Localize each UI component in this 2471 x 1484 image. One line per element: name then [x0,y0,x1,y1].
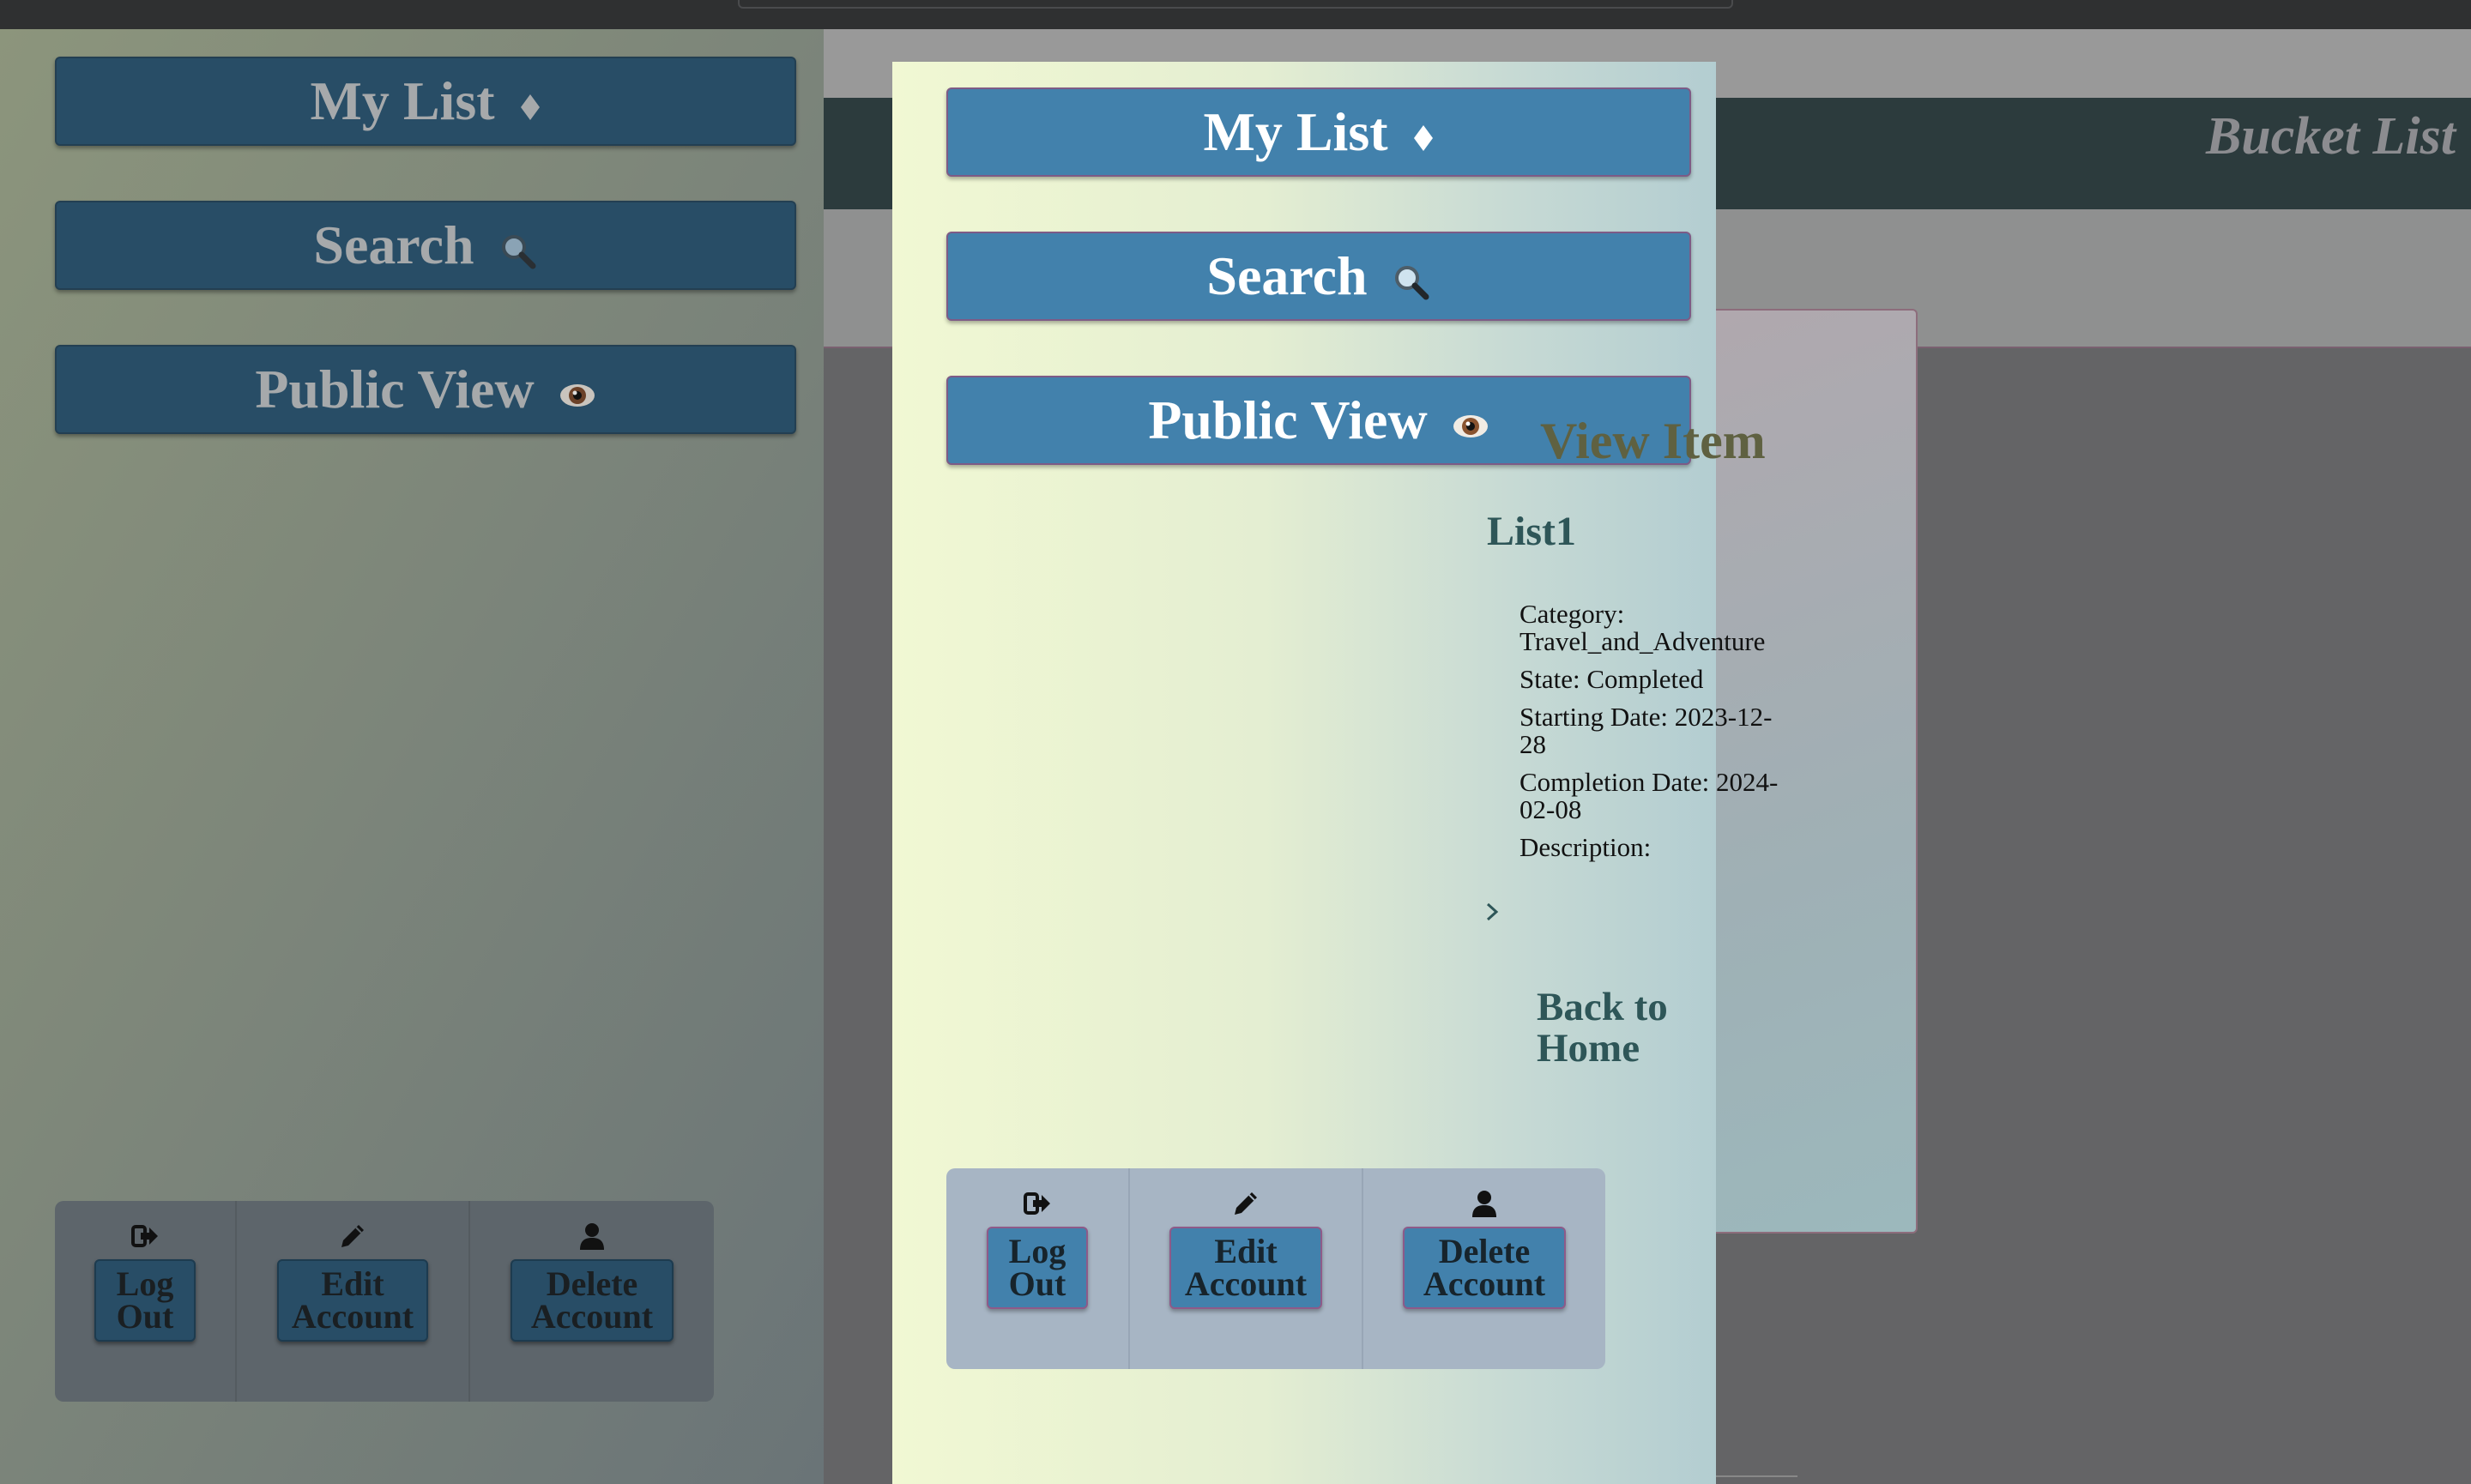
chevron-right-icon[interactable] [1483,902,1501,921]
item-state: State: Completed [1519,664,1704,694]
bg-search-label: Search [313,214,474,275]
bg-edit-group: Edit Account [237,1201,468,1402]
address-bar[interactable] [738,0,1733,9]
magnifier-icon [1394,266,1429,300]
browser-toolbar [0,0,2471,29]
bg-my-list-button: My List [55,57,796,146]
account-panel: Log Out Edit Account Delete Account [946,1168,1605,1369]
item-details: Category: Travel_and_Adventure State: Co… [1519,600,1794,872]
eye-icon [1453,415,1488,437]
pencil-icon [1235,1192,1257,1215]
back-to-home-link[interactable]: Back to Home [1537,986,1708,1069]
item-completion-date: Completion Date: 2024-02-08 [1519,767,1779,824]
bg-log-out-group: Log Out [55,1201,235,1402]
eye-icon [559,384,595,407]
search-label: Search [1206,245,1368,306]
item-description: Description: [1519,832,1652,862]
bg-public-view-button: Public View [55,345,796,434]
user-icon [580,1223,604,1250]
item-category: Category: Travel_and_Adventure [1519,599,1766,656]
divider [1707,1475,1797,1477]
delete-account-button[interactable]: Delete Account [1403,1227,1566,1309]
app-title: Bucket List [2205,107,2456,166]
bg-delete-group: Delete Account [470,1201,714,1402]
diamond-icon [1413,125,1433,151]
edit-account-button[interactable]: Edit Account [1169,1227,1322,1309]
sign-out-icon [1024,1192,1050,1215]
bg-edit-account-button: Edit Account [277,1259,428,1342]
pencil-icon [341,1225,364,1247]
public-view-label: Public View [1148,389,1428,450]
edit-account-group: Edit Account [1130,1168,1362,1369]
bg-search-button: Search [55,201,796,290]
bg-account-panel: Log Out Edit Account Delete Account [55,1201,714,1402]
my-list-button[interactable]: My List [946,87,1691,177]
diamond-icon [520,94,540,120]
search-button[interactable]: Search [946,232,1691,321]
user-icon [1472,1191,1496,1217]
item-name: List1 [1487,509,1577,554]
bg-log-out-button: Log Out [94,1259,196,1342]
magnifier-icon [501,235,536,269]
delete-account-group: Delete Account [1363,1168,1605,1369]
page-title: View Item [1540,413,1766,469]
sign-out-icon [131,1225,158,1247]
bg-my-list-label: My List [310,70,495,131]
bg-delete-account-button: Delete Account [511,1259,674,1342]
log-out-button[interactable]: Log Out [987,1227,1088,1309]
my-list-label: My List [1203,101,1388,162]
item-starting-date: Starting Date: 2023-12-28 [1519,702,1773,759]
log-out-group: Log Out [946,1168,1128,1369]
bg-public-view-label: Public View [255,359,535,419]
